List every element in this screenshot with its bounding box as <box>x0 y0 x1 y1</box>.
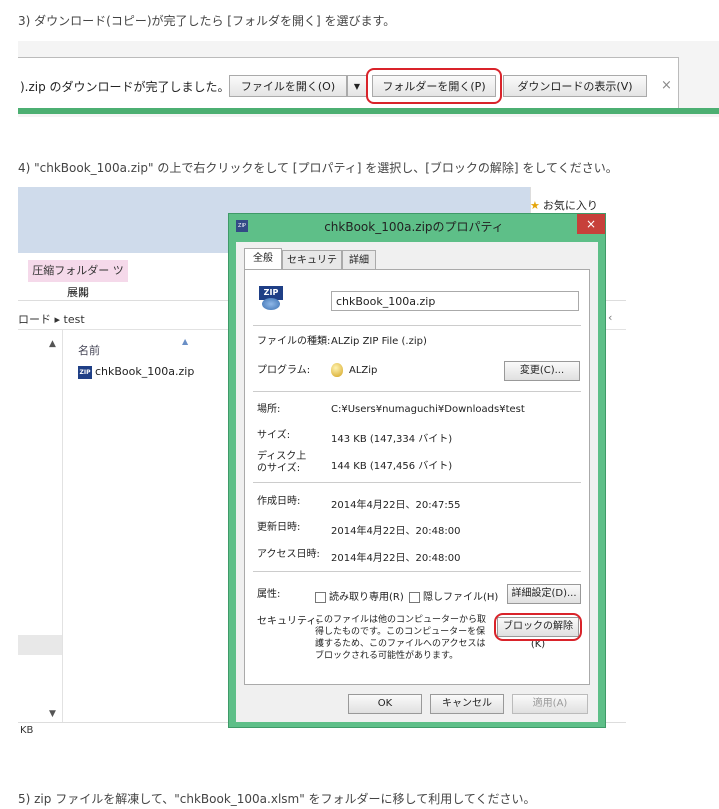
star-icon: ★ <box>530 199 540 212</box>
separator <box>253 325 581 326</box>
modified-value: 2014年4月22日、20:48:00 <box>331 526 461 537</box>
hidden-label: 隠しファイル(H) <box>423 592 499 603</box>
step3-text: 3) ダウンロード(コピー)が完了したら [フォルダを開く] を選びます。 <box>18 14 396 28</box>
size-value: 143 KB (147,334 バイト) <box>331 434 453 445</box>
change-program-button[interactable]: 変更(C)... <box>504 361 580 381</box>
extract-tab[interactable]: 展開 <box>28 284 128 300</box>
zip-file-icon: ZIP <box>259 286 283 310</box>
checkbox-icon <box>315 591 326 603</box>
highlight-ring <box>366 68 502 104</box>
disk-size-label-line2: のサイズ: <box>257 463 301 474</box>
cancel-button[interactable]: キャンセル <box>430 694 504 714</box>
disk-size-label-line1: ディスク上 <box>257 451 307 462</box>
tab-security[interactable]: セキュリティ <box>282 250 342 285</box>
program-name: ALZip <box>349 365 378 376</box>
step4-text: 4) "chkBook_100a.zip" の上で右クリックをして [プロパティ… <box>18 161 618 175</box>
checkbox-icon <box>409 591 420 603</box>
size-label: サイズ: <box>257 430 291 441</box>
readonly-label: 読み取り専用(R) <box>329 592 404 603</box>
close-icon[interactable]: × <box>577 214 605 234</box>
close-icon[interactable]: × <box>661 78 672 93</box>
location-value: C:¥Users¥numaguchi¥Downloads¥test <box>331 404 525 415</box>
separator <box>253 391 581 392</box>
created-label: 作成日時: <box>257 496 301 507</box>
scroll-down-icon[interactable]: ▼ <box>49 709 56 719</box>
status-bar-text: KB <box>20 725 34 736</box>
open-file-button[interactable]: ファイルを開く(O) <box>229 75 347 97</box>
download-bar-accent-stripe <box>18 108 719 114</box>
name-column-header[interactable]: 名前 <box>78 342 100 358</box>
address-bar[interactable]: ロード ▸ test <box>18 311 85 327</box>
properties-dialog: ZIP chkBook_100a.zipのプロパティ × 全般 セキュリティ 詳… <box>228 213 606 728</box>
security-message: このファイルは他のコンピューターから取得したものです。このコンピューターを保護す… <box>315 615 487 661</box>
favorites-item[interactable]: ★ お気に入り <box>530 197 598 213</box>
favorites-label: お気に入り <box>542 199 598 212</box>
attributes-label: 属性: <box>257 589 281 600</box>
scroll-up-icon[interactable]: ▲ <box>49 339 56 349</box>
file-type-value: ALZip ZIP File (.zip) <box>331 336 427 347</box>
tab-details[interactable]: 詳細 <box>342 250 376 269</box>
download-bar-area: ).zip のダウンロードが完了しました。 ファイルを開く(O) ▼ フォルダー… <box>18 41 719 117</box>
file-name: chkBook_100a.zip <box>95 365 195 378</box>
download-notification-bar: ).zip のダウンロードが完了しました。 ファイルを開く(O) ▼ フォルダー… <box>18 57 679 109</box>
security-label: セキュリティ: <box>257 616 320 627</box>
download-complete-message: ).zip のダウンロードが完了しました。 <box>20 80 230 94</box>
advanced-button[interactable]: 詳細設定(D)... <box>507 584 581 604</box>
step5-text: 5) zip ファイルを解凍して、"chkBook_100a.xlsm" をフォ… <box>18 792 536 806</box>
modified-label: 更新日時: <box>257 522 301 533</box>
show-downloads-button[interactable]: ダウンロードの表示(V) <box>503 75 647 97</box>
program-value: ALZip <box>331 363 377 377</box>
highlight-ring <box>494 613 582 641</box>
file-list-item[interactable]: ZIP chkBook_100a.zip <box>78 365 194 379</box>
zip-icon-disc <box>262 298 280 310</box>
program-label: プログラム: <box>257 365 311 376</box>
dialog-body: 全般 セキュリティ 詳細 ZIP chkBook_100a.zip ファイルの種… <box>236 242 598 722</box>
general-tab-panel: ZIP chkBook_100a.zip ファイルの種類: ALZip ZIP … <box>244 269 590 685</box>
ok-button[interactable]: OK <box>348 694 422 714</box>
file-name-input[interactable]: chkBook_100a.zip <box>331 291 579 311</box>
navigation-selected-item[interactable] <box>18 635 62 655</box>
alzip-icon <box>331 363 343 377</box>
compressed-folder-tools-tab[interactable]: 圧縮フォルダー ツール <box>28 260 128 299</box>
disk-size-value: 144 KB (147,456 バイト) <box>331 461 453 472</box>
navigation-pane <box>18 330 63 722</box>
dialog-title: chkBook_100a.zipのプロパティ <box>324 220 504 234</box>
address-chevron-icon[interactable]: ‹ <box>608 311 612 324</box>
accessed-value: 2014年4月22日、20:48:00 <box>331 553 461 564</box>
apply-button[interactable]: 適用(A) <box>512 694 588 714</box>
readonly-checkbox[interactable]: 読み取り専用(R) <box>315 588 404 603</box>
separator <box>253 571 581 572</box>
open-file-dropdown-button[interactable]: ▼ <box>347 75 367 97</box>
hidden-checkbox[interactable]: 隠しファイル(H) <box>409 588 498 603</box>
file-type-label: ファイルの種類: <box>257 336 331 347</box>
accessed-label: アクセス日時: <box>257 549 320 560</box>
separator <box>253 482 581 483</box>
sort-ascending-icon: ▲ <box>182 337 189 346</box>
tab-general[interactable]: 全般 <box>244 248 282 270</box>
created-value: 2014年4月22日、20:47:55 <box>331 500 461 511</box>
zip-file-icon: ZIP <box>78 365 92 379</box>
location-label: 場所: <box>257 404 281 415</box>
